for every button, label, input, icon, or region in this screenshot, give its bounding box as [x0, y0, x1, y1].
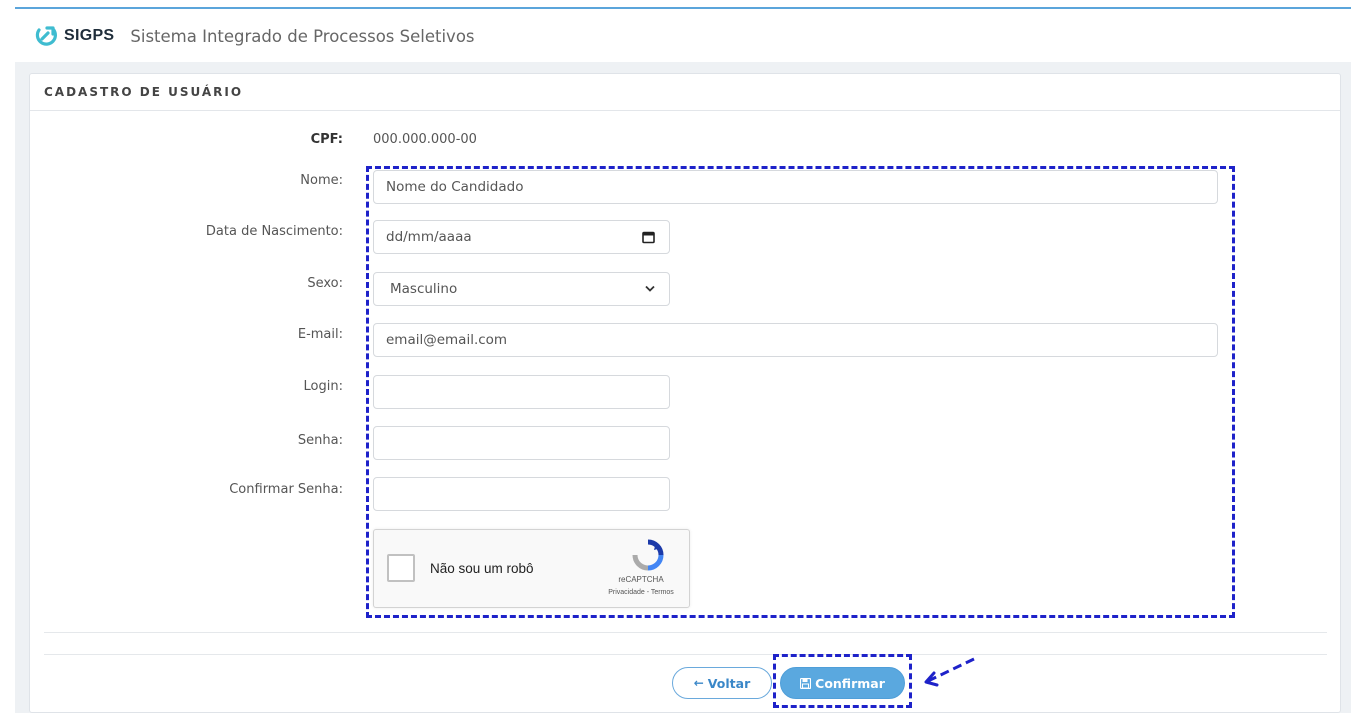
panel-title: CADASTRO DE USUÁRIO: [44, 85, 244, 99]
panel-header: CADASTRO DE USUÁRIO: [30, 74, 1340, 111]
arrow-left-icon: ←: [693, 676, 704, 690]
form-highlight-box: [366, 166, 1235, 618]
confirm-highlight-box: [773, 654, 912, 708]
back-button[interactable]: ← Voltar: [672, 667, 772, 699]
sexo-label: Sexo:: [307, 276, 343, 291]
sigps-logo-icon: [35, 26, 57, 46]
nascimento-label: Data de Nascimento:: [205, 224, 343, 239]
brand-header: SIGPS Sistema Integrado de Processos Sel…: [33, 22, 475, 50]
cpf-label: CPF:: [310, 132, 343, 147]
back-button-label: Voltar: [707, 675, 751, 691]
senha-label: Senha:: [297, 433, 343, 448]
brand-subtitle: Sistema Integrado de Processos Seletivos: [130, 26, 475, 46]
brand-name: SIGPS: [64, 27, 115, 44]
login-label: Login:: [303, 379, 343, 394]
confirmar-senha-label: Confirmar Senha:: [229, 482, 343, 497]
cpf-value: 000.000.000-00: [373, 132, 477, 147]
email-label: E-mail:: [297, 327, 343, 342]
nome-label: Nome:: [300, 173, 343, 188]
separator-top: [44, 632, 1327, 633]
annotation-arrow-icon: [924, 657, 975, 687]
top-accent-line: [15, 7, 1351, 9]
separator-bottom: [44, 654, 1327, 655]
